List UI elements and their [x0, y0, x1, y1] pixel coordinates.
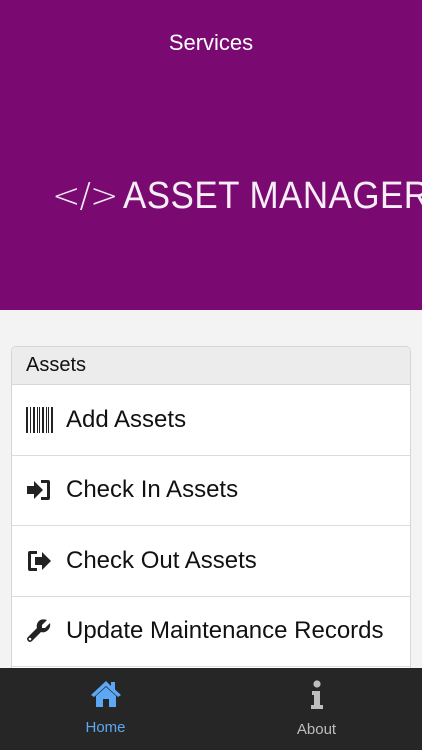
wrench-icon	[26, 616, 56, 646]
list-item-label: Check Out Assets	[66, 546, 257, 574]
tab-about[interactable]: About	[211, 668, 422, 750]
assets-list-card: Assets Add Assets Check In Assets Check …	[11, 346, 411, 686]
page-title: Services	[168, 30, 254, 55]
list-item-label: Update Maintenance Records	[66, 617, 384, 645]
section-header-assets: Assets	[12, 347, 410, 385]
list-item-check-in-assets[interactable]: Check In Assets	[12, 455, 410, 526]
list-item-label: Check In Assets	[66, 476, 239, 504]
tab-home-label: Home	[85, 719, 126, 736]
tab-about-label: About	[296, 721, 337, 738]
logo-text: ASSET MANAGER	[123, 174, 422, 217]
tab-home[interactable]: Home	[0, 668, 211, 750]
info-icon	[310, 680, 324, 715]
list-item-add-assets[interactable]: Add Assets	[12, 385, 410, 456]
sign-out-icon	[26, 546, 56, 576]
sign-in-icon	[26, 475, 56, 505]
app-logo: </> ASSET MANAGER	[52, 172, 422, 220]
list-item-label: Add Assets	[66, 405, 187, 433]
barcode-icon	[26, 405, 56, 435]
header-banner: Services </> ASSET MANAGER	[0, 0, 422, 310]
code-brackets-logo-mark: </>	[52, 176, 118, 216]
tab-bar: Home About	[0, 668, 422, 750]
list-item-check-out-assets[interactable]: Check Out Assets	[12, 526, 410, 597]
list-item-update-maintenance-records[interactable]: Update Maintenance Records	[12, 596, 410, 667]
home-icon	[90, 680, 122, 713]
screen: Services </> ASSET MANAGER Assets Add As…	[0, 0, 422, 750]
